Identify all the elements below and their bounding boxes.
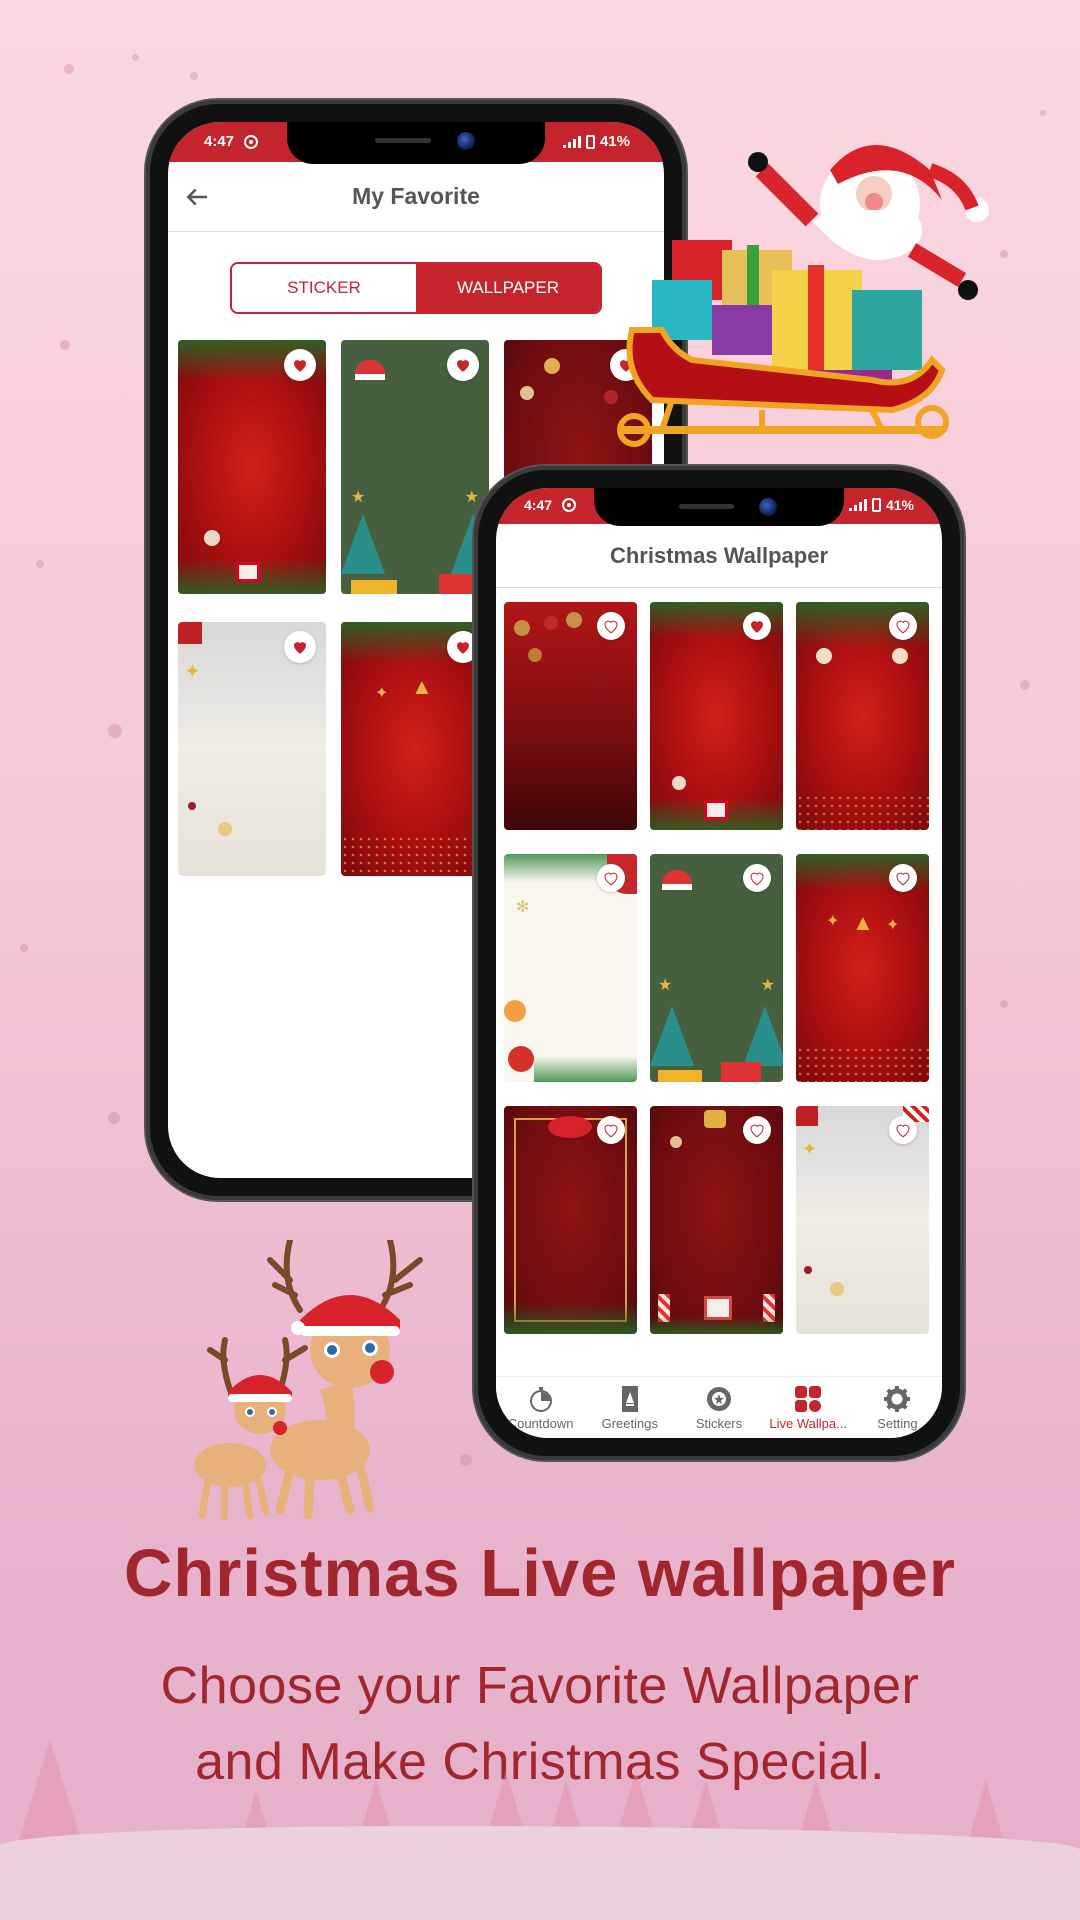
wallpaper-thumbnail[interactable]: ★ ★ bbox=[650, 854, 783, 1082]
tab-wallpaper[interactable]: WALLPAPER bbox=[416, 264, 600, 312]
heart-outline-icon bbox=[896, 1124, 910, 1138]
favorite-button[interactable] bbox=[447, 349, 479, 381]
camera-icon bbox=[758, 498, 777, 516]
sticker-icon bbox=[707, 1387, 731, 1411]
greeting-card-icon bbox=[621, 1386, 638, 1412]
favorite-button[interactable] bbox=[743, 612, 771, 640]
favorite-button[interactable] bbox=[597, 612, 625, 640]
wallpaper-grid: ✻ ★ ★ ✦ ▲ ✦ ✦ bbox=[504, 602, 942, 1334]
battery-icon bbox=[585, 134, 595, 149]
grid-icon bbox=[795, 1386, 822, 1412]
promo-subline-line1: Choose your Favorite Wallpaper bbox=[160, 1657, 920, 1715]
status-bar: 4:47 41% bbox=[168, 122, 664, 164]
wallpaper-thumbnail[interactable]: ✻ bbox=[504, 854, 637, 1082]
nav-label: Setting bbox=[877, 1416, 918, 1431]
nav-countdown[interactable]: Countdown bbox=[496, 1377, 585, 1438]
page-title: My Favorite bbox=[352, 183, 480, 209]
heart-filled-icon bbox=[294, 360, 306, 372]
favorite-type-toggle: STICKER WALLPAPER bbox=[230, 262, 602, 314]
status-time: 4:47 bbox=[204, 133, 235, 150]
nav-label: Stickers bbox=[695, 1416, 743, 1431]
nav-stickers[interactable]: Stickers bbox=[674, 1377, 763, 1438]
nav-label: Greetings bbox=[601, 1416, 658, 1431]
favorite-button[interactable] bbox=[743, 864, 771, 892]
favorite-button[interactable] bbox=[597, 1116, 625, 1144]
heart-outline-icon bbox=[750, 872, 764, 886]
stopwatch-icon bbox=[529, 1387, 552, 1412]
camera-icon bbox=[457, 132, 476, 150]
nav-label: Countdown bbox=[507, 1416, 574, 1431]
nav-label: Live Wallpa... bbox=[769, 1416, 847, 1431]
wallpaper-thumbnail[interactable]: ✦ ▲ bbox=[341, 622, 489, 876]
battery-percent: 41% bbox=[885, 497, 914, 513]
app-bar: My Favorite bbox=[168, 162, 664, 232]
heart-outline-icon bbox=[896, 872, 910, 886]
heart-outline-icon bbox=[604, 1124, 618, 1138]
wallpaper-thumbnail[interactable] bbox=[796, 602, 929, 830]
wallpaper-thumbnail[interactable] bbox=[504, 1106, 637, 1334]
status-bar: 4:47 41% bbox=[496, 488, 942, 526]
santa-sleigh-illustration bbox=[612, 130, 992, 470]
heart-filled-icon bbox=[457, 642, 469, 654]
page-title: Christmas Wallpaper bbox=[609, 542, 829, 568]
front-phone-mockup: 4:47 41% Christmas Wallpaper ✻ ★ ★ ✦ ▲ ✦… bbox=[474, 466, 964, 1460]
wallpaper-thumbnail[interactable] bbox=[650, 602, 783, 830]
favorite-button[interactable] bbox=[284, 349, 316, 381]
favorite-button[interactable] bbox=[743, 1116, 771, 1144]
heart-outline-icon bbox=[604, 872, 618, 886]
favorite-button[interactable] bbox=[889, 612, 917, 640]
settings-status-icon bbox=[244, 134, 259, 149]
gear-icon bbox=[884, 1386, 911, 1412]
heart-filled-icon bbox=[457, 360, 469, 372]
signal-icon bbox=[562, 135, 581, 148]
nav-live-wallpaper[interactable]: Live Wallpa... bbox=[764, 1377, 853, 1438]
battery-icon bbox=[871, 498, 881, 512]
heart-filled-icon bbox=[294, 642, 306, 654]
heart-outline-icon bbox=[896, 620, 910, 634]
wallpaper-thumbnail[interactable] bbox=[178, 340, 326, 594]
tab-sticker[interactable]: STICKER bbox=[232, 264, 416, 312]
settings-status-icon bbox=[562, 498, 577, 512]
phone-notch bbox=[594, 488, 844, 526]
wallpaper-thumbnail[interactable]: ✦ bbox=[178, 622, 326, 876]
wallpaper-thumbnail[interactable] bbox=[650, 1106, 783, 1334]
phone-notch bbox=[287, 122, 545, 164]
front-phone-screen: 4:47 41% Christmas Wallpaper ✻ ★ ★ ✦ ▲ ✦… bbox=[496, 488, 942, 1438]
favorite-button[interactable] bbox=[284, 631, 316, 663]
favorite-button[interactable] bbox=[597, 864, 625, 892]
wallpaper-thumbnail[interactable]: ★ ★ bbox=[341, 340, 489, 594]
wallpaper-thumbnail[interactable]: ✦ bbox=[796, 1106, 929, 1334]
promo-headline: Christmas Live wallpaper bbox=[123, 1536, 957, 1611]
heart-filled-icon bbox=[751, 621, 763, 633]
reindeer-illustration bbox=[180, 1237, 450, 1522]
app-bar: Christmas Wallpaper bbox=[496, 524, 942, 588]
favorite-button[interactable] bbox=[889, 864, 917, 892]
favorite-button[interactable] bbox=[889, 1116, 917, 1144]
promo-subline: Choose your Favorite Wallpaper and Make … bbox=[0, 1648, 1080, 1800]
nav-greetings[interactable]: Greetings bbox=[585, 1377, 674, 1438]
bottom-navigation: Countdown Greetings Stickers Live Wallpa… bbox=[496, 1376, 942, 1438]
heart-outline-icon bbox=[750, 1124, 764, 1138]
arrow-left-icon[interactable] bbox=[182, 182, 212, 212]
signal-icon bbox=[848, 499, 867, 511]
heart-outline-icon bbox=[604, 620, 618, 634]
status-time: 4:47 bbox=[524, 497, 553, 513]
wallpaper-thumbnail[interactable]: ✦ ▲ ✦ bbox=[796, 854, 929, 1082]
nav-setting[interactable]: Setting bbox=[853, 1377, 942, 1438]
wallpaper-thumbnail[interactable] bbox=[504, 602, 637, 830]
